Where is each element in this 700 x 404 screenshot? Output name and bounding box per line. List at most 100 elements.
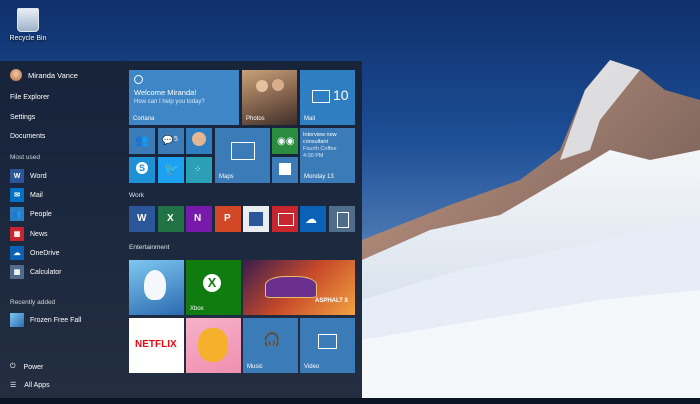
documents-link[interactable]: Documents [10,133,45,140]
tile-bird-game[interactable] [186,318,241,373]
tile-people[interactable]: 👥 [129,128,155,154]
video-label: Video [304,364,320,370]
app-people[interactable]: 👥 People [10,207,52,221]
netflix-logo: NETFLIX [135,339,177,350]
all-apps-button[interactable]: ☰ All Apps [10,381,50,390]
race-car-icon [265,276,317,298]
frozen-free-fall-icon [10,313,24,327]
chat-icon: 💬 [162,135,174,145]
app-label: Frozen Free Fall [30,316,82,324]
mail-envelope-icon [312,90,330,103]
tile-sharepoint[interactable] [243,206,269,232]
tile-word[interactable]: W [129,206,155,232]
start-left-column: Miranda Vance File Explorer Settings Doc… [0,61,122,404]
map-icon [231,142,255,160]
video-play-icon [318,334,337,349]
app-label: Calculator [30,268,62,276]
excel-icon: X [167,213,174,224]
app-news[interactable]: ▦ News [10,227,48,241]
calendar-event: Interview new consultant Fourth Coffee 4… [303,132,337,160]
calendar-date: Monday 13 [304,174,334,180]
app-mail[interactable]: ✉ Mail [10,188,43,202]
tile-mail[interactable]: 10 Mail [300,70,355,125]
word-icon: W [10,169,24,183]
user-name: Miranda Vance [28,70,78,80]
sharepoint-icon [249,212,263,226]
tile-skype[interactable]: S [129,157,155,183]
powerpoint-icon: P [224,213,231,224]
tile-health[interactable]: ⁘ [186,157,212,183]
tile-onenote[interactable]: N [186,206,212,232]
photo-person-icon [256,80,268,92]
cortana-subtitle: How can I help you today? [134,99,205,105]
recycle-bin[interactable]: Recycle Bin [8,8,48,42]
power-button[interactable]: ⏻ Power [10,363,43,371]
contact-avatar-icon [192,132,206,146]
tile-tripadvisor[interactable]: ◉◉ [272,128,298,154]
tile-news[interactable] [272,206,298,232]
cloud-icon: ☁ [305,212,317,226]
store-bag-icon [279,163,291,175]
entertainment-group-header: Entertainment [129,244,170,251]
tile-twitter[interactable]: 🐦 [158,157,184,183]
snowman-icon [144,270,166,300]
avatar [10,69,22,81]
tile-messaging[interactable]: 💬 5 [158,128,184,154]
asphalt-logo: ASPHALT 8 [315,298,348,304]
power-label: Power [23,363,44,371]
news-icon [278,213,294,226]
bird-character-icon [198,328,228,362]
tile-excel[interactable]: X [158,206,184,232]
tile-music[interactable]: 🎧 Music [243,318,298,373]
app-word[interactable]: W Word [10,169,47,183]
people-icon: 👥 [10,207,24,221]
tile-frozen-free-fall[interactable] [129,260,184,315]
tile-powerpoint[interactable]: P [215,206,241,232]
xbox-label: Xbox [190,306,204,312]
start-menu: Miranda Vance File Explorer Settings Doc… [0,61,362,404]
tile-cortana[interactable]: Welcome Miranda! How can I help you toda… [129,70,239,125]
tile-photos[interactable]: Photos [242,70,297,125]
owl-icon: ◉◉ [277,136,295,147]
app-onedrive[interactable]: ☁ OneDrive [10,246,60,260]
tile-onedrive[interactable]: ☁ [300,206,326,232]
health-dots-icon: ⁘ [194,164,202,174]
power-icon: ⏻ [10,363,16,370]
user-account[interactable]: Miranda Vance [10,69,78,81]
people-icon: 👥 [135,135,149,147]
tile-maps[interactable]: Maps [215,128,270,183]
most-used-header: Most used [10,154,40,161]
mail-label: Mail [304,116,316,122]
app-calculator[interactable]: ▦ Calculator [10,265,62,279]
app-label: Word [30,172,47,180]
cortana-icon [134,75,143,84]
list-icon: ☰ [10,382,17,389]
word-icon: W [137,213,147,224]
tile-xbox[interactable]: X Xbox [186,260,241,315]
tile-netflix[interactable]: NETFLIX [129,318,184,373]
tile-video[interactable]: Video [300,318,355,373]
tile-calculator[interactable] [329,206,355,232]
settings-link[interactable]: Settings [10,114,35,121]
calculator-icon [337,212,349,228]
tile-calendar[interactable]: Interview new consultant Fourth Coffee 4… [300,128,355,183]
news-icon: ▦ [10,227,24,241]
tile-store[interactable] [272,157,298,183]
mail-count: 10 [333,87,349,103]
people-count: 5 [174,136,178,143]
xbox-icon: X [203,274,221,292]
headphones-icon: 🎧 [263,331,281,347]
app-label: Mail [30,191,43,199]
onedrive-icon: ☁ [10,246,24,260]
file-explorer-link[interactable]: File Explorer [10,94,49,101]
app-frozen-free-fall[interactable]: Frozen Free Fall [10,313,81,327]
recycle-bin-label: Recycle Bin [9,35,47,42]
app-label: People [30,210,52,218]
twitter-bird-icon: 🐦 [164,162,179,176]
recycle-bin-icon [17,8,39,32]
tile-asphalt-8[interactable]: ASPHALT 8 [243,260,355,315]
recently-added-header: Recently added [10,299,56,306]
tile-contact-photo[interactable] [186,128,212,154]
cal-line: Interview new [303,132,337,138]
music-label: Music [247,364,263,370]
